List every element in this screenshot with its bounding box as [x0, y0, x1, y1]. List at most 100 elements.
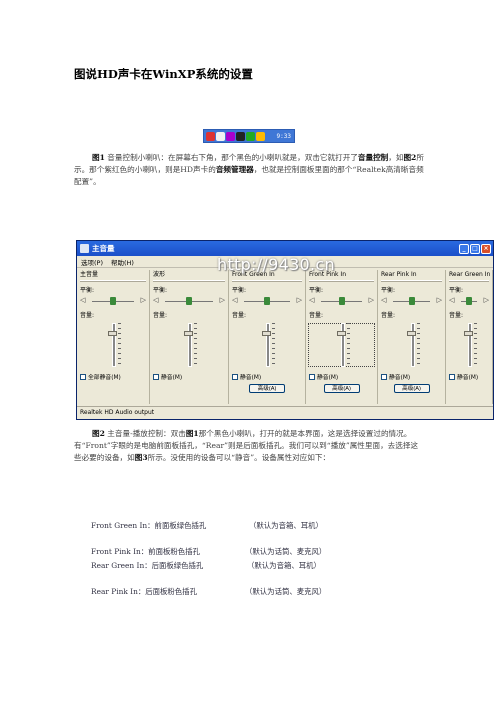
volume-label: 音量: — [232, 312, 247, 319]
close-button[interactable]: × — [481, 243, 491, 254]
volume-slider[interactable] — [229, 321, 305, 369]
window-titlebar[interactable]: 主音量 _ □ × — [77, 241, 493, 256]
balance-slider[interactable]: ◁ ▷ — [381, 295, 442, 307]
mute-checkbox[interactable]: 静音(M) — [150, 372, 228, 381]
mixer-column: Front Pink In 平衡: ◁ ▷ 音量: 静音(M) 高级(A) — [306, 270, 378, 404]
volume-thumb[interactable] — [184, 331, 193, 336]
maximize-button[interactable]: □ — [470, 243, 480, 254]
checkbox-box[interactable] — [381, 373, 387, 380]
volume-ticks — [416, 323, 420, 367]
volume-slider[interactable] — [306, 321, 377, 369]
volume-mixer-window: 主音量 _ □ × 选项(P) 帮助(H) 主音量 平衡: ◁ ▷ 音量: 全部静音(M)… — [76, 240, 494, 420]
checkbox-label: 静音(M) — [240, 375, 262, 381]
volume-slider[interactable] — [77, 321, 149, 369]
text-run: 所示。没使用的设备可以“静音”。设备属性对应如下： — [147, 452, 331, 462]
checkbox-label: 静音(M) — [457, 375, 479, 381]
list-item-name: Front Pink In：前面板粉色插孔 — [91, 547, 200, 556]
speaker-right-icon: ▷ — [436, 296, 442, 304]
text-run: ，如 — [388, 153, 404, 162]
speaker-left-icon: ◁ — [80, 296, 86, 304]
volume-thumb[interactable] — [406, 331, 416, 336]
volume-ticks — [118, 323, 121, 367]
volume-slider[interactable] — [446, 321, 492, 369]
balance-thumb[interactable] — [264, 297, 270, 305]
column-title: Rear Pink In — [381, 271, 417, 278]
mute-checkbox[interactable]: 静音(M) — [229, 372, 305, 381]
checkbox-label: 静音(M) — [317, 375, 339, 381]
figure-ref: 图3 — [134, 452, 148, 462]
volume-thumb[interactable] — [108, 331, 117, 336]
balance-thumb[interactable] — [338, 297, 345, 305]
checkbox-box[interactable] — [153, 373, 159, 380]
balance-slider[interactable]: ◁ ▷ — [449, 295, 489, 307]
volume-thumb[interactable] — [262, 331, 271, 336]
speaker-right-icon: ▷ — [483, 296, 489, 304]
volume-label: 音量: — [80, 312, 95, 319]
mixer-column: Rear Pink In 平衡: ◁ ▷ 音量: 静音(M) 高级(A) — [378, 270, 446, 404]
minimize-button[interactable]: _ — [459, 243, 469, 254]
volume-slider[interactable] — [378, 321, 445, 369]
status-bar: Realtek HD Audio output — [77, 406, 493, 419]
divider — [449, 280, 489, 282]
list-item-name: Rear Green In：后面板绿色插孔 — [91, 561, 204, 570]
volume-slider[interactable] — [150, 321, 228, 369]
volume-track — [410, 323, 415, 367]
menu-options[interactable]: 选项(P) — [81, 257, 103, 267]
menu-help[interactable]: 帮助(H) — [111, 257, 134, 267]
window-title: 主音量 — [92, 244, 115, 253]
mute-checkbox[interactable]: 全部静音(M) — [77, 372, 149, 381]
balance-slider[interactable]: ◁ ▷ — [232, 295, 302, 307]
page-title: 图说HD声卡在WinXP系统的设置 — [74, 67, 253, 81]
list-item: Rear Pink In：后面板粉色插孔 （默认为话筒、麦克风） — [91, 586, 326, 597]
advanced-button[interactable]: 高级(A) — [323, 384, 360, 393]
balance-thumb[interactable] — [186, 297, 192, 305]
volume-track — [112, 323, 116, 367]
volume-label: 音量: — [309, 312, 324, 319]
advanced-button[interactable]: 高级(A) — [249, 384, 285, 393]
mute-checkbox[interactable]: 静音(M) — [306, 372, 377, 381]
watermark: http://9430.cn — [217, 255, 335, 274]
balance-label: 平衡: — [153, 287, 168, 294]
mute-checkbox[interactable]: 静音(M) — [446, 372, 492, 381]
divider — [153, 280, 225, 282]
volume-thumb[interactable] — [336, 331, 346, 336]
tray-status-icon[interactable] — [256, 131, 265, 141]
balance-slider[interactable]: ◁ ▷ — [309, 295, 374, 307]
list-item-note: （默认为话筒、麦克风） — [245, 547, 327, 556]
text-bold: 音量控制 — [357, 153, 389, 162]
volume-label: 音量: — [449, 312, 464, 319]
balance-thumb[interactable] — [110, 297, 116, 305]
checkbox-box[interactable] — [449, 373, 455, 380]
column-title: 主音量 — [80, 271, 99, 278]
figure-ref: 图1 — [92, 153, 105, 162]
balance-thumb[interactable] — [466, 297, 472, 305]
divider — [309, 280, 374, 282]
tray-app-icon[interactable] — [206, 131, 215, 141]
balance-slider[interactable]: ◁ ▷ — [80, 295, 146, 307]
tray-clock: 9:33 — [276, 132, 291, 140]
balance-label: 平衡: — [80, 287, 95, 294]
checkbox-label: 静音(M) — [389, 375, 411, 381]
checkbox-box[interactable] — [309, 373, 315, 380]
advanced-button[interactable]: 高级(A) — [393, 384, 430, 393]
system-tray: 9:33 — [203, 129, 295, 143]
divider — [232, 280, 302, 282]
speaker-left-icon: ◁ — [232, 296, 238, 304]
balance-label: 平衡: — [381, 287, 396, 294]
balance-label: 平衡: — [309, 287, 324, 294]
tray-audio-manager-icon[interactable] — [226, 131, 235, 141]
balance-label: 平衡: — [449, 287, 464, 294]
balance-slider[interactable]: ◁ ▷ — [153, 295, 225, 307]
balance-thumb[interactable] — [408, 297, 415, 305]
mute-checkbox[interactable]: 静音(M) — [378, 372, 445, 381]
column-title: Rear Green In — [449, 271, 491, 278]
tray-network-icon[interactable] — [216, 131, 225, 141]
volume-thumb[interactable] — [464, 331, 473, 336]
tray-volume-icon[interactable] — [236, 131, 245, 141]
mixer-column: 主音量平衡: ◁ ▷ 音量: 全部静音(M) — [77, 270, 150, 404]
volume-ticks — [474, 323, 477, 367]
checkbox-box[interactable] — [232, 373, 238, 380]
mixer-column: 波形 平衡: ◁ ▷ 音量: 静音(M) — [150, 270, 229, 404]
checkbox-box[interactable] — [80, 373, 86, 380]
tray-security-icon[interactable] — [246, 131, 255, 141]
